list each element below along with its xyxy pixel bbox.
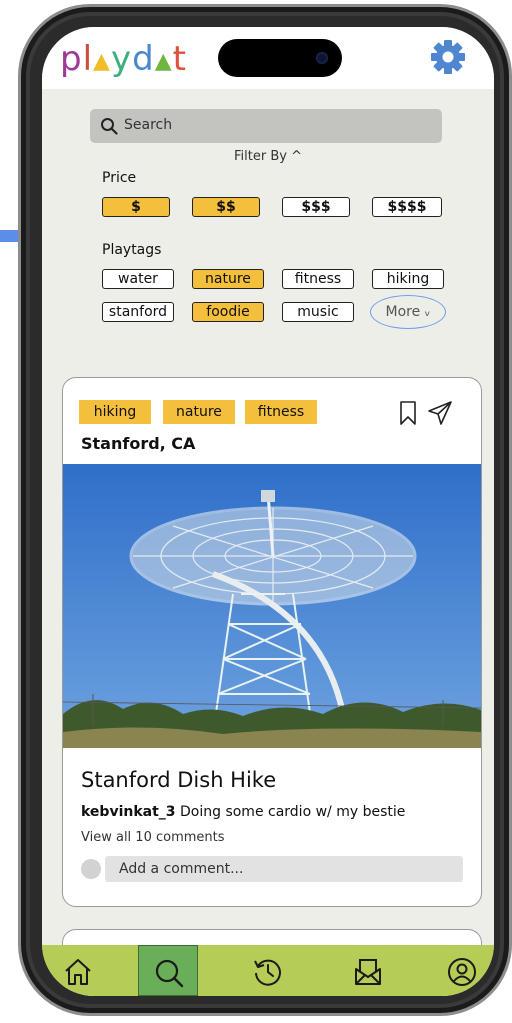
- post-caption-text: Doing some cardio w/ my bestie: [180, 804, 406, 820]
- logo-letter: l: [82, 39, 94, 79]
- filter-by-toggle[interactable]: Filter By ^: [42, 149, 494, 164]
- app-logo[interactable]: pl▲yd▲t: [60, 39, 187, 79]
- post-username[interactable]: kebvinkat_3: [81, 804, 176, 820]
- more-tags-button[interactable]: More ᵥ: [370, 295, 446, 329]
- search-input[interactable]: Search: [124, 117, 172, 133]
- post-title: Stanford Dish Hike: [81, 768, 277, 792]
- playtag-chip[interactable]: hiking: [372, 269, 444, 289]
- tab-search[interactable]: [138, 945, 198, 996]
- logo-letter: d: [132, 39, 155, 79]
- logo-letter: y: [110, 39, 133, 79]
- bookmark-icon[interactable]: [395, 400, 421, 426]
- playtag-chip[interactable]: foodie: [192, 302, 264, 322]
- app-header: pl▲yd▲t: [42, 27, 494, 89]
- price-chip[interactable]: $: [102, 197, 170, 217]
- price-chip[interactable]: $$: [192, 197, 260, 217]
- profile-icon: [448, 958, 476, 986]
- post-tag[interactable]: fitness: [245, 400, 317, 424]
- tab-inbox[interactable]: [338, 945, 398, 996]
- playtag-chip[interactable]: fitness: [282, 269, 354, 289]
- logo-letter: ▲: [93, 49, 111, 74]
- post-location: Stanford, CA: [81, 434, 196, 453]
- history-icon: [254, 959, 281, 986]
- view-comments-link[interactable]: View all 10 comments: [81, 830, 225, 845]
- search-icon: [101, 118, 118, 135]
- dynamic-island: [218, 39, 342, 77]
- price-chip[interactable]: $$$$: [372, 197, 442, 217]
- comment-row: Add a comment...: [81, 856, 463, 882]
- post-caption: kebvinkat_3 Doing some cardio w/ my best…: [81, 804, 405, 820]
- logo-letter: ▲: [154, 49, 173, 74]
- avatar: [81, 859, 101, 879]
- post-card: hiking nature fitness Stanford, CA Stanf…: [62, 377, 482, 907]
- search-bar[interactable]: Search: [90, 109, 442, 143]
- comment-input[interactable]: Add a comment...: [105, 856, 463, 882]
- post-photo[interactable]: [63, 464, 481, 748]
- price-label: Price: [102, 170, 137, 186]
- search-icon: [155, 959, 184, 988]
- inbox-icon: [355, 959, 381, 985]
- playtags-label: Playtags: [102, 242, 162, 258]
- send-icon[interactable]: [427, 400, 453, 426]
- gear-icon[interactable]: [428, 37, 468, 77]
- tab-profile[interactable]: [432, 945, 492, 996]
- price-chip[interactable]: $$$: [282, 197, 350, 217]
- playtag-chip[interactable]: nature: [192, 269, 264, 289]
- playtag-chip[interactable]: water: [102, 269, 174, 289]
- tab-home[interactable]: [48, 945, 108, 996]
- tab-history[interactable]: [238, 945, 298, 996]
- post-tag[interactable]: hiking: [79, 400, 151, 424]
- camera-icon: [316, 52, 328, 64]
- home-icon: [65, 959, 91, 985]
- logo-letter: p: [60, 39, 83, 79]
- bottom-tab-bar: [42, 945, 494, 996]
- phone-screen: pl▲yd▲t Search Filter By ^ Price $ $$ $$…: [42, 27, 494, 996]
- post-tag[interactable]: nature: [163, 400, 235, 424]
- playtag-chip[interactable]: stanford: [102, 302, 174, 322]
- playtag-chip[interactable]: music: [282, 302, 354, 322]
- logo-letter: t: [172, 39, 187, 79]
